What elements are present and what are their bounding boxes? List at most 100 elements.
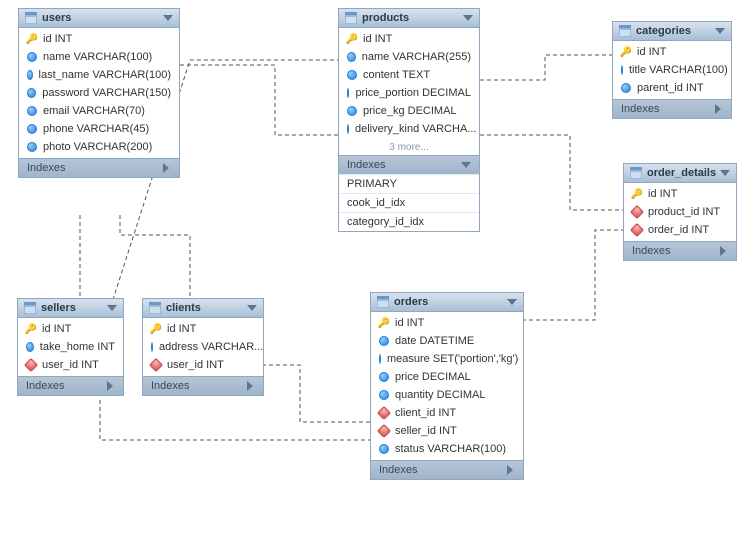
table-header[interactable]: sellers [18,299,123,318]
more-columns[interactable]: 3 more... [339,140,479,155]
collapse-icon[interactable] [107,305,117,311]
column[interactable]: status VARCHAR(100) [371,440,523,458]
column-label: date DATETIME [395,335,474,347]
column-label: name VARCHAR(255) [362,51,471,63]
column[interactable]: parent_id INT [613,79,731,97]
columns: 🔑id INTname VARCHAR(100)last_name VARCHA… [19,28,179,158]
column[interactable]: name VARCHAR(255) [339,48,479,66]
column[interactable]: measure SET('portion','kg') [371,350,523,368]
column[interactable]: date DATETIME [371,332,523,350]
table-sellers[interactable]: sellers 🔑id INTtake_home INTuser_id INT … [17,298,124,396]
column-label: price DECIMAL [395,371,471,383]
column[interactable]: user_id INT [143,356,263,374]
collapse-icon[interactable] [715,28,725,34]
column[interactable]: 🔑id INT [613,43,731,61]
column-icon [27,70,33,80]
column-label: take_home INT [40,341,115,353]
column[interactable]: content TEXT [339,66,479,84]
index-item[interactable]: PRIMARY [339,174,479,193]
column[interactable]: seller_id INT [371,422,523,440]
expand-icon [720,246,726,256]
table-clients[interactable]: clients 🔑id INTaddress VARCHAR... user_id… [142,298,264,396]
table-order-details[interactable]: order_details 🔑id INT product_id INT order… [623,163,737,261]
column-label: status VARCHAR(100) [395,443,506,455]
column-label: client_id INT [395,407,456,419]
column-icon [379,372,389,382]
table-title: sellers [41,302,76,314]
column[interactable]: photo VARCHAR(200) [19,138,179,156]
indexes-section[interactable]: Indexes [18,376,123,395]
column[interactable]: user_id INT [18,356,123,374]
table-header[interactable]: order_details [624,164,736,183]
indexes-section[interactable]: Indexes [143,376,263,395]
collapse-icon[interactable] [507,299,517,305]
column-label: measure SET('portion','kg') [387,353,518,365]
primary-key-icon: 🔑 [151,324,161,334]
column-label: product_id INT [648,206,720,218]
column[interactable]: price_portion DECIMAL [339,84,479,102]
table-title: products [362,12,409,24]
table-header[interactable]: products [339,9,479,28]
table-header[interactable]: clients [143,299,263,318]
column-icon [379,390,389,400]
column[interactable]: product_id INT [624,203,736,221]
column-label: id INT [363,33,392,45]
table-header[interactable]: categories [613,22,731,41]
expand-icon [247,381,253,391]
indexes-section[interactable]: Indexes [339,155,479,174]
table-categories[interactable]: categories 🔑id INTtitle VARCHAR(100)pare… [612,21,732,119]
column[interactable]: price_kg DECIMAL [339,102,479,120]
column[interactable]: client_id INT [371,404,523,422]
table-icon [24,302,36,314]
index-item[interactable]: category_id_idx [339,212,479,231]
expand-icon [107,381,113,391]
column-icon [621,83,631,93]
column[interactable]: name VARCHAR(100) [19,48,179,66]
table-products[interactable]: products 🔑id INT name VARCHAR(255) content… [338,8,480,232]
column-label: quantity DECIMAL [395,389,485,401]
column[interactable]: last_name VARCHAR(100) [19,66,179,84]
column-label: price_portion DECIMAL [355,87,471,99]
column-icon [621,65,623,75]
column[interactable]: email VARCHAR(70) [19,102,179,120]
column[interactable]: 🔑id INT [19,30,179,48]
expand-icon [507,465,513,475]
collapse-icon[interactable] [247,305,257,311]
column-label: order_id INT [648,224,709,236]
column[interactable]: address VARCHAR... [143,338,263,356]
column[interactable]: 🔑id INT [339,30,479,48]
column[interactable]: title VARCHAR(100) [613,61,731,79]
column[interactable]: quantity DECIMAL [371,386,523,404]
foreign-key-icon [377,424,391,438]
column[interactable]: delivery_kind VARCHA... [339,120,479,138]
column[interactable]: 🔑id INT [18,320,123,338]
column[interactable]: phone VARCHAR(45) [19,120,179,138]
column[interactable]: price DECIMAL [371,368,523,386]
column[interactable]: 🔑id INT [624,185,736,203]
column-label: user_id INT [167,359,224,371]
collapse-icon[interactable] [463,15,473,21]
columns: 🔑id INTaddress VARCHAR... user_id INT [143,318,263,376]
collapse-icon[interactable] [720,170,730,176]
table-header[interactable]: users [19,9,179,28]
column-icon [347,70,357,80]
column[interactable]: password VARCHAR(150) [19,84,179,102]
foreign-key-icon [24,358,38,372]
table-title: clients [166,302,201,314]
indexes-section[interactable]: Indexes [624,241,736,260]
collapse-icon[interactable] [163,15,173,21]
column[interactable]: take_home INT [18,338,123,356]
table-title: users [42,12,71,24]
indexes-section[interactable]: Indexes [371,460,523,479]
table-users[interactable]: users 🔑id INTname VARCHAR(100)last_name … [18,8,180,178]
table-header[interactable]: orders [371,293,523,312]
column[interactable]: 🔑id INT [371,314,523,332]
index-item[interactable]: cook_id_idx [339,193,479,212]
column-label: id INT [648,188,677,200]
indexes-section[interactable]: Indexes [19,158,179,177]
column[interactable]: 🔑id INT [143,320,263,338]
column[interactable]: order_id INT [624,221,736,239]
table-orders[interactable]: orders 🔑id INT date DATETIME measure SET('… [370,292,524,480]
indexes-section[interactable]: Indexes [613,99,731,118]
column-label: password VARCHAR(150) [42,87,171,99]
